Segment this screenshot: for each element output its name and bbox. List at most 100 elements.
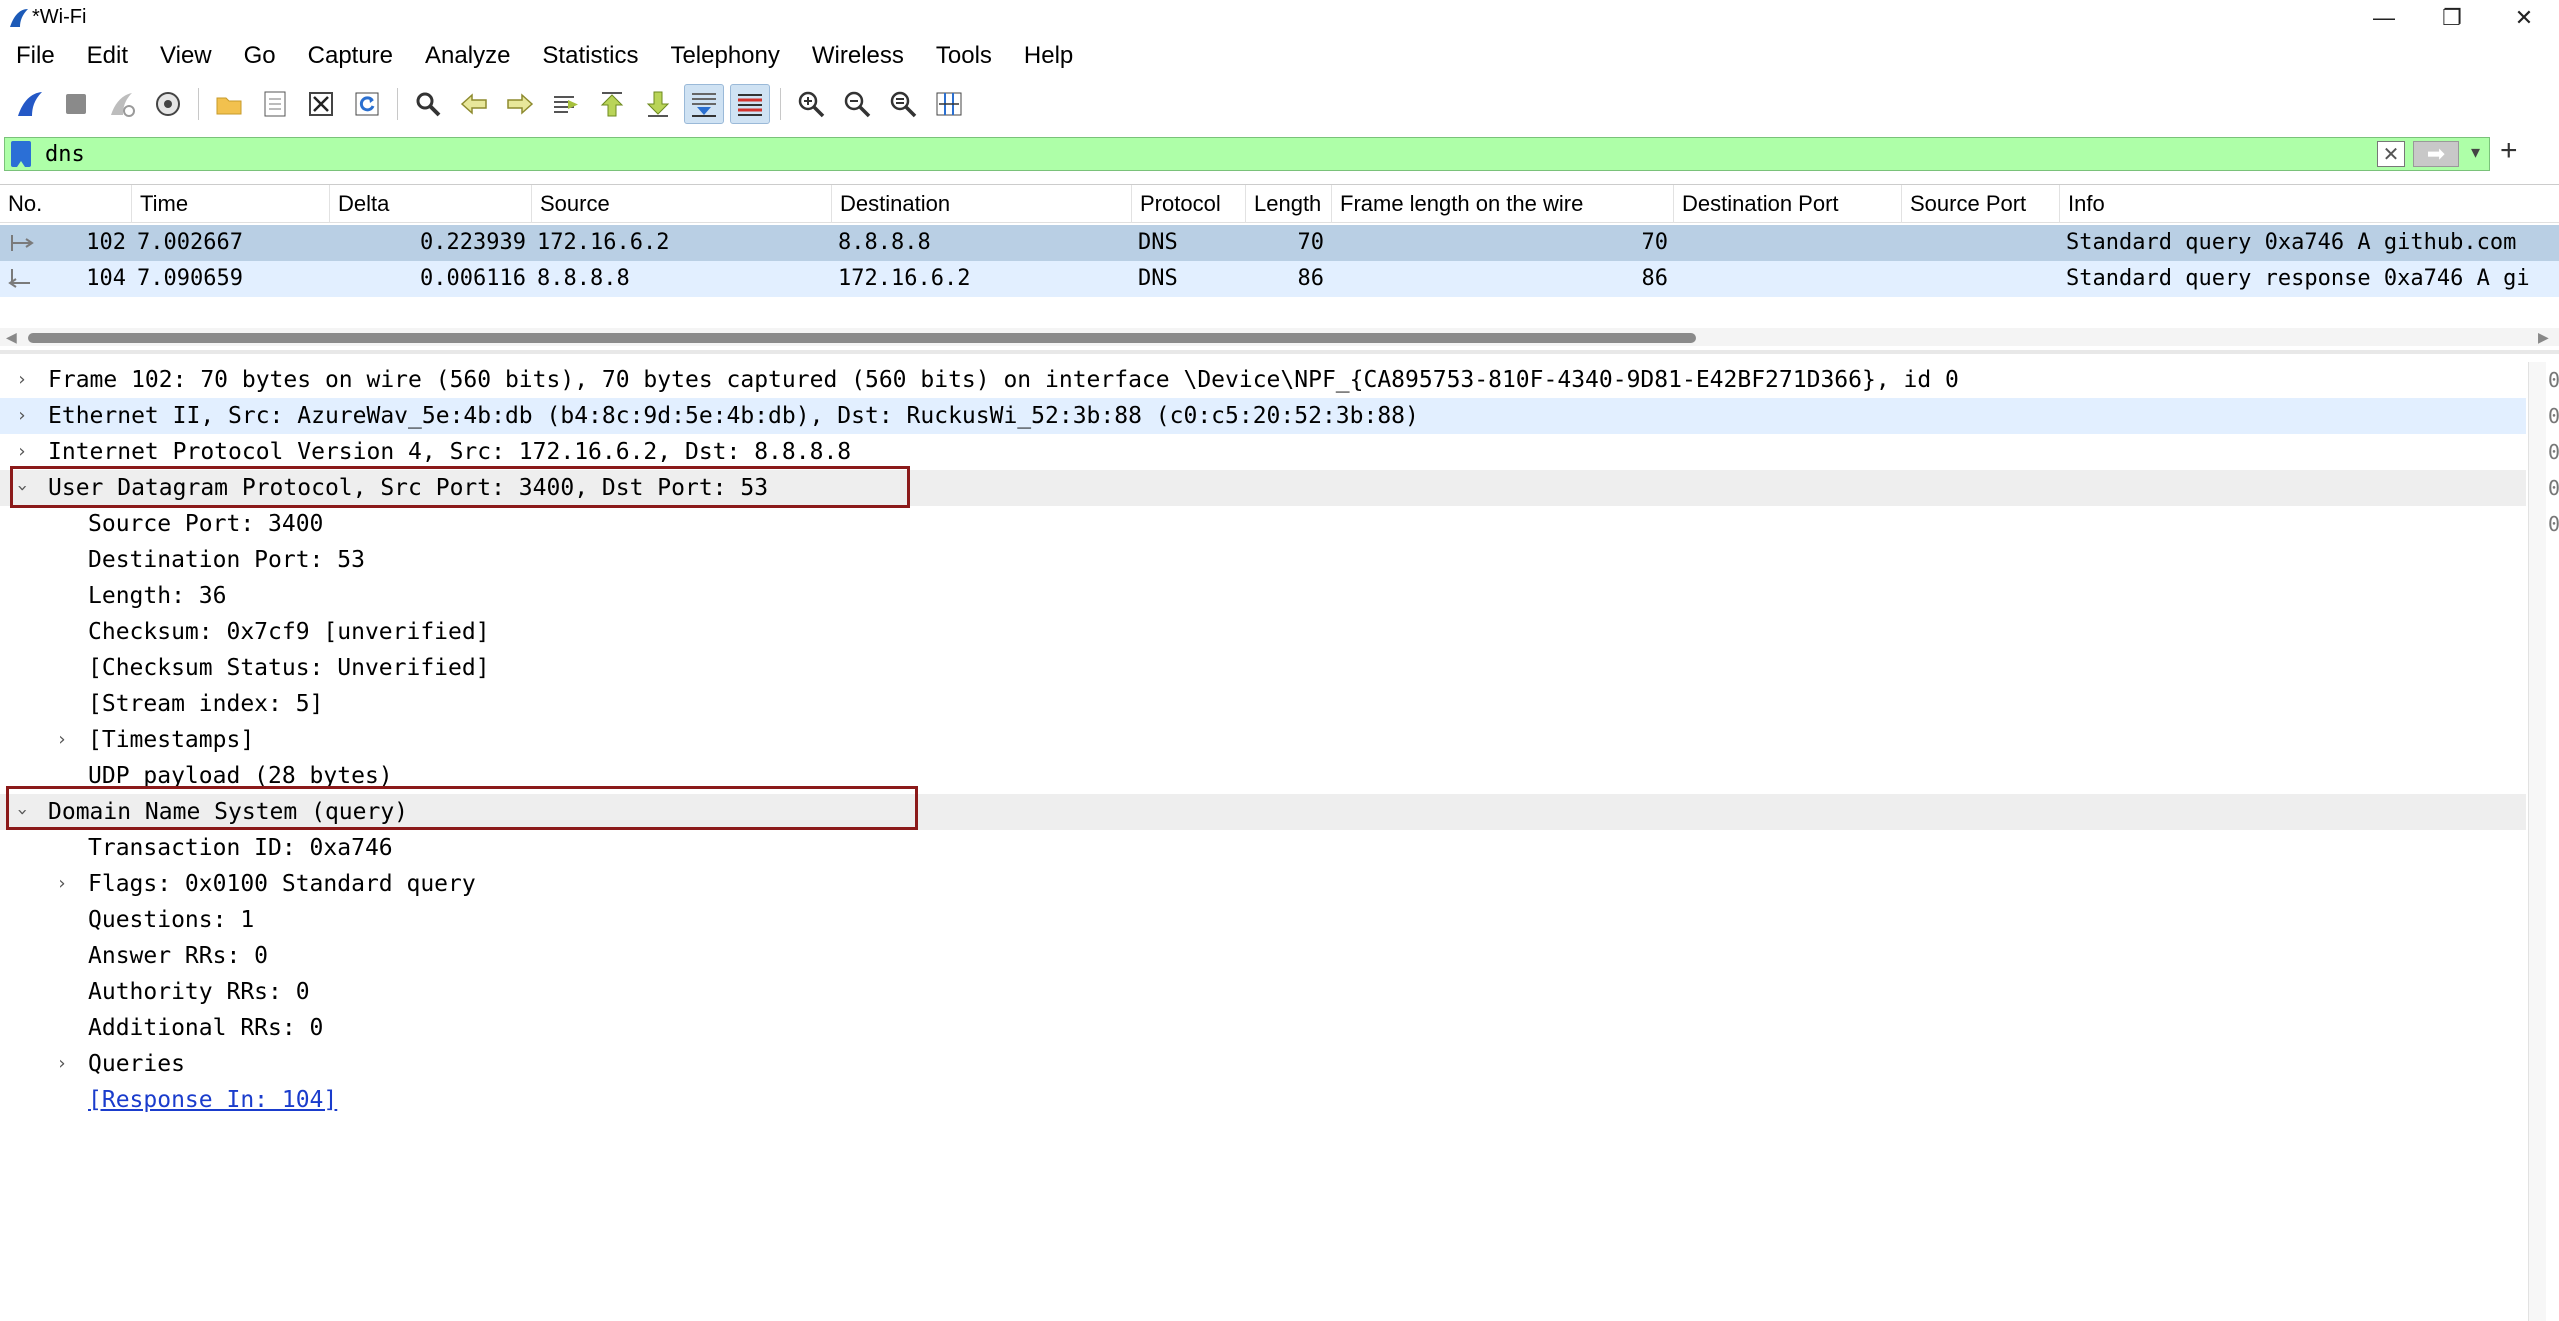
shark-fin-start-icon[interactable] xyxy=(10,84,50,124)
tree-field-stream-index[interactable]: [Stream index: 5] xyxy=(0,686,2526,722)
add-filter-button-icon[interactable]: + xyxy=(2500,134,2518,168)
reload-file-icon[interactable] xyxy=(347,84,387,124)
packet-row-104[interactable]: 104 7.090659 0.006116 8.8.8.8 172.16.6.2… xyxy=(0,261,2559,297)
normal-size-icon[interactable] xyxy=(883,84,923,124)
column-header-source[interactable]: Source xyxy=(532,185,832,223)
expand-chevron-icon[interactable]: › xyxy=(12,362,32,398)
go-forward-icon[interactable] xyxy=(500,84,540,124)
stop-capture-icon[interactable] xyxy=(56,84,96,124)
filter-bookmark-icon[interactable] xyxy=(11,141,31,167)
response-in-link[interactable]: [Response In: 104] xyxy=(88,1082,337,1118)
filter-history-dropdown-icon[interactable]: ▾ xyxy=(2471,142,2480,163)
expand-chevron-icon[interactable]: › xyxy=(52,722,72,758)
close-window-button[interactable]: ✕ xyxy=(2490,0,2558,36)
field-label: Length: 36 xyxy=(88,583,227,609)
packet-row-102[interactable]: 102 7.002667 0.223939 172.16.6.2 8.8.8.8… xyxy=(0,225,2559,261)
tree-field-additional-rrs[interactable]: Additional RRs: 0 xyxy=(0,1010,2526,1046)
column-header-time[interactable]: Time xyxy=(132,185,330,223)
tree-field-checksum-status[interactable]: [Checksum Status: Unverified] xyxy=(0,650,2526,686)
tree-field-length[interactable]: Length: 36 xyxy=(0,578,2526,614)
menu-edit[interactable]: Edit xyxy=(71,42,144,70)
packet-details-pane: › Frame 102: 70 bytes on wire (560 bits)… xyxy=(0,362,2526,1321)
menu-view[interactable]: View xyxy=(144,42,228,70)
cell-destination: 172.16.6.2 xyxy=(838,266,971,291)
packet-details-vertical-scrollbar[interactable] xyxy=(2528,362,2546,1321)
capture-options-icon[interactable] xyxy=(148,84,188,124)
column-header-delta[interactable]: Delta xyxy=(330,185,532,223)
packet-list-horizontal-scrollbar[interactable]: ◀ ▶ xyxy=(0,328,2559,346)
tree-item-frame[interactable]: › Frame 102: 70 bytes on wire (560 bits)… xyxy=(0,362,2526,398)
colorize-icon[interactable] xyxy=(730,84,770,124)
menu-capture[interactable]: Capture xyxy=(292,42,409,70)
column-header-info[interactable]: Info xyxy=(2060,185,2559,223)
field-label: Queries xyxy=(88,1051,185,1077)
cell-info: Standard query response 0xa746 A gi xyxy=(2066,266,2530,291)
tree-field-response-in[interactable]: [Response In: 104] xyxy=(0,1082,2526,1118)
column-header-length[interactable]: Length xyxy=(1246,185,1332,223)
tree-field-checksum[interactable]: Checksum: 0x7cf9 [unverified] xyxy=(0,614,2526,650)
find-packet-icon[interactable] xyxy=(408,84,448,124)
go-back-icon[interactable] xyxy=(454,84,494,124)
go-to-packet-icon[interactable] xyxy=(546,84,586,124)
tree-field-source-port[interactable]: Source Port: 3400 xyxy=(0,506,2526,542)
expand-chevron-icon[interactable]: › xyxy=(52,1046,72,1082)
expand-chevron-icon[interactable]: › xyxy=(12,434,32,470)
restore-button[interactable]: ❐ xyxy=(2418,0,2486,36)
clear-filter-icon[interactable]: ✕ xyxy=(2377,141,2405,167)
cell-delta: 0.006116 xyxy=(420,266,526,291)
toolbar-separator xyxy=(198,88,199,120)
zoom-in-icon[interactable] xyxy=(791,84,831,124)
cell-frame-length: 70 xyxy=(1641,230,1669,255)
restart-capture-icon[interactable] xyxy=(102,84,142,124)
tree-field-transaction-id[interactable]: Transaction ID: 0xa746 xyxy=(0,830,2526,866)
display-filter-input[interactable] xyxy=(45,138,2365,170)
menu-wireless[interactable]: Wireless xyxy=(796,42,920,70)
menu-analyze[interactable]: Analyze xyxy=(409,42,526,70)
tree-field-authority-rrs[interactable]: Authority RRs: 0 xyxy=(0,974,2526,1010)
column-header-source-port[interactable]: Source Port xyxy=(1902,185,2060,223)
tree-item-ipv4[interactable]: › Internet Protocol Version 4, Src: 172.… xyxy=(0,434,2526,470)
window-title: *Wi-Fi xyxy=(32,6,87,28)
menu-go[interactable]: Go xyxy=(228,42,292,70)
go-last-packet-icon[interactable] xyxy=(638,84,678,124)
main-toolbar xyxy=(0,80,2559,128)
save-file-icon[interactable] xyxy=(255,84,295,124)
column-header-destination-port[interactable]: Destination Port xyxy=(1674,185,1902,223)
column-header-protocol[interactable]: Protocol xyxy=(1132,185,1246,223)
field-label: Flags: 0x0100 Standard query xyxy=(88,871,476,897)
tree-field-answer-rrs[interactable]: Answer RRs: 0 xyxy=(0,938,2526,974)
menu-tools[interactable]: Tools xyxy=(920,42,1008,70)
menu-telephony[interactable]: Telephony xyxy=(654,42,795,70)
column-header-destination[interactable]: Destination xyxy=(832,185,1132,223)
zoom-out-icon[interactable] xyxy=(837,84,877,124)
tree-item-timestamps[interactable]: › [Timestamps] xyxy=(0,722,2526,758)
menu-file[interactable]: File xyxy=(0,42,71,70)
tree-field-questions[interactable]: Questions: 1 xyxy=(0,902,2526,938)
menu-statistics[interactable]: Statistics xyxy=(526,42,654,70)
minimize-button[interactable]: — xyxy=(2350,0,2418,36)
scrollbar-thumb[interactable] xyxy=(28,333,1696,343)
cell-source-port xyxy=(1908,261,2058,297)
go-first-packet-icon[interactable] xyxy=(592,84,632,124)
tree-item-queries[interactable]: › Queries xyxy=(0,1046,2526,1082)
cell-time: 7.090659 xyxy=(137,266,243,291)
menu-help[interactable]: Help xyxy=(1008,42,1089,70)
scroll-left-icon[interactable]: ◀ xyxy=(6,329,17,346)
tree-field-destination-port[interactable]: Destination Port: 53 xyxy=(0,542,2526,578)
pane-splitter[interactable] xyxy=(0,350,2559,354)
cell-source: 172.16.6.2 xyxy=(537,230,670,255)
tree-item-ethernet[interactable]: › Ethernet II, Src: AzureWav_5e:4b:db (b… xyxy=(0,398,2526,434)
expand-chevron-icon[interactable]: › xyxy=(12,398,32,434)
apply-filter-icon[interactable]: ➡ xyxy=(2413,141,2459,167)
resize-columns-icon[interactable] xyxy=(929,84,969,124)
column-header-frame-length[interactable]: Frame length on the wire xyxy=(1332,185,1674,223)
column-header-no[interactable]: No. xyxy=(0,185,132,223)
expand-chevron-icon[interactable]: › xyxy=(52,866,72,902)
field-label: [Stream index: 5] xyxy=(88,691,324,717)
close-file-icon[interactable] xyxy=(301,84,341,124)
field-label: Checksum: 0x7cf9 [unverified] xyxy=(88,619,490,645)
open-file-icon[interactable] xyxy=(209,84,249,124)
tree-item-flags[interactable]: › Flags: 0x0100 Standard query xyxy=(0,866,2526,902)
scroll-right-icon[interactable]: ▶ xyxy=(2538,329,2549,346)
auto-scroll-icon[interactable] xyxy=(684,84,724,124)
